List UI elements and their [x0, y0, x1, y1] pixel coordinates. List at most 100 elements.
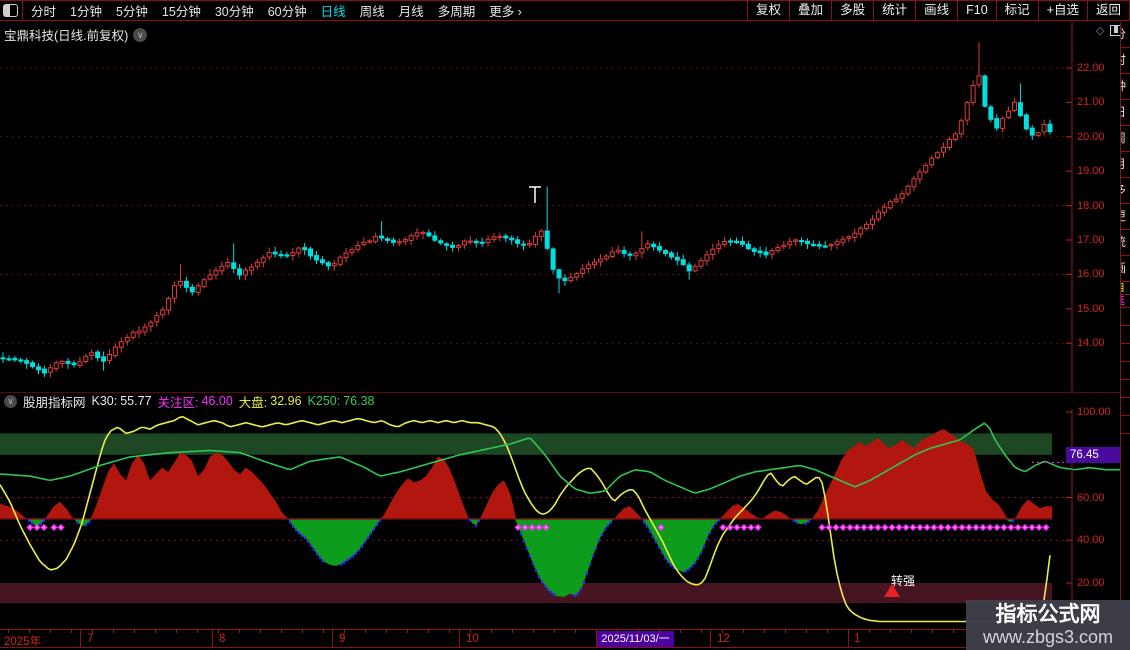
date-tick: [659, 630, 660, 633]
date-tick: [848, 630, 849, 633]
strip-number-button[interactable]: 1: [1121, 344, 1130, 362]
period-tab-60分钟[interactable]: 60分钟: [268, 1, 307, 20]
date-tick: [512, 630, 513, 633]
period-tab-周线[interactable]: 周线: [360, 1, 385, 20]
date-tick: [113, 630, 114, 633]
indicator-name[interactable]: 股朋指标网: [23, 392, 86, 411]
date-tick: [239, 630, 240, 633]
k30-value: 55.77: [120, 394, 152, 408]
toolbar-button-复权[interactable]: 复权: [747, 0, 789, 21]
date-tick: [554, 630, 555, 633]
period-tab-1分钟[interactable]: 1分钟: [70, 1, 102, 20]
collapse-indicator-icon[interactable]: ∨: [4, 394, 17, 408]
period-tab-日线[interactable]: 日线: [321, 1, 346, 20]
strip-button[interactable]: 周: [1121, 126, 1130, 152]
zone-value: 46.00: [201, 394, 233, 408]
toolbar-button-标记[interactable]: 标记: [995, 0, 1038, 21]
month-separator: [212, 630, 213, 648]
period-tab-15分钟[interactable]: 15分钟: [162, 1, 201, 20]
date-tick: [785, 630, 786, 633]
month-label-1: 1: [854, 633, 861, 645]
period-tab-30分钟[interactable]: 30分钟: [215, 1, 254, 20]
toolbar-button-返回[interactable]: 返回: [1086, 0, 1130, 21]
strip-number-button[interactable]: 1: [1121, 380, 1130, 398]
price-label-16.00: 16.00: [1077, 268, 1105, 281]
date-tick: [575, 630, 576, 633]
month-separator: [80, 630, 81, 648]
chevron-down-icon[interactable]: ∨: [133, 27, 148, 42]
date-tick: [617, 630, 618, 633]
date-tick: [302, 630, 303, 633]
month-separator: [332, 630, 333, 648]
date-tick: [8, 630, 9, 633]
watermark: 指标公式网 www.zbgs3.com: [966, 600, 1130, 650]
date-tick: [155, 630, 156, 633]
strip-button[interactable]: 画: [1121, 256, 1130, 282]
date-tick: [176, 630, 177, 633]
strip-number-button[interactable]: 1: [1121, 362, 1130, 380]
toolbar-button-统计[interactable]: 统计: [873, 0, 915, 21]
indicator-label-40.00: 40.00: [1077, 534, 1105, 547]
main-gridlines: [0, 67, 1069, 344]
strip-number-button[interactable]: 1: [1121, 308, 1130, 326]
strip-button[interactable]: 时: [1121, 48, 1130, 74]
date-tick: [701, 630, 702, 633]
stock-title: 宝鼎科技(日线.前复权): [4, 29, 129, 43]
date-tick: [596, 630, 597, 633]
price-label-19.00: 19.00: [1077, 165, 1105, 178]
strip-number-button[interactable]: 1: [1121, 416, 1130, 434]
period-tab-月线[interactable]: 月线: [399, 1, 424, 20]
toolbar-divider: [22, 0, 23, 21]
strip-button[interactable]: 更: [1121, 204, 1130, 230]
function-buttons: 复权 叠加 多股 统计 画线 F10 标记 +自选 返回: [747, 0, 1130, 21]
strip-button[interactable]: 统: [1121, 230, 1130, 256]
period-tab-5分钟[interactable]: 5分钟: [116, 1, 148, 20]
candlestick-layer: [0, 42, 1053, 378]
strip-button-accent2[interactable]: 选: [1121, 295, 1130, 308]
strip-button[interactable]: 月: [1121, 152, 1130, 178]
strip-number-button[interactable]: 1: [1121, 398, 1130, 416]
layout-panel-icon[interactable]: [3, 4, 18, 17]
toolbar-button-F10[interactable]: F10: [957, 0, 996, 21]
date-tick: [71, 630, 72, 633]
price-label-15.00: 15.00: [1077, 302, 1105, 315]
month-separator: [710, 630, 711, 648]
period-tab-分时[interactable]: 分时: [31, 1, 56, 20]
high-marker: [529, 186, 541, 203]
strip-button[interactable]: 多: [1121, 178, 1130, 204]
price-label-17.00: 17.00: [1077, 234, 1105, 246]
date-tick: [449, 630, 450, 633]
diamond-icon[interactable]: ◇: [1096, 24, 1104, 37]
indicator-label-20.00: 20.00: [1077, 577, 1105, 589]
date-tick: [890, 630, 891, 633]
period-toolbar: 分时 1分钟 5分钟 15分钟 30分钟 60分钟 日线 周线 月线 多周期 更多 › 复权 叠加 多股…: [0, 0, 1130, 21]
period-tab-多周期[interactable]: 多周期: [438, 1, 476, 20]
month-label-10: 10: [466, 633, 479, 645]
price-label-21.00: 21.00: [1077, 96, 1105, 109]
month-label-12: 12: [717, 633, 730, 645]
attention-diamonds: [26, 523, 1050, 532]
toolbar-button-多股[interactable]: 多股: [831, 0, 873, 21]
k250-value: 76.38: [343, 394, 375, 408]
strip-button[interactable]: 分: [1121, 22, 1130, 48]
strip-number-button[interactable]: 1: [1121, 326, 1130, 344]
toolbar-button-+自选[interactable]: +自选: [1037, 0, 1087, 21]
date-tick: [29, 630, 30, 633]
toolbar-button-画线[interactable]: 画线: [915, 0, 957, 21]
date-tick: [260, 630, 261, 633]
trading-app-window: 分时 1分钟 5分钟 15分钟 30分钟 60分钟 日线 周线 月线 多周期 更多 › 复权 叠加 多股…: [0, 0, 1130, 650]
date-tick: [743, 630, 744, 633]
toolbar-button-叠加[interactable]: 叠加: [789, 0, 831, 21]
year-label: 2025年: [4, 636, 42, 648]
month-label-7: 7: [87, 633, 94, 645]
date-tick: [407, 630, 408, 633]
strip-button[interactable]: 日: [1121, 100, 1130, 126]
strip-button[interactable]: 钟: [1121, 74, 1130, 100]
indicator-label-60.00: 60.00: [1077, 491, 1105, 504]
selected-date-badge: 2025/11/03/一: [597, 631, 674, 647]
strip-button-accent[interactable]: 自: [1121, 282, 1130, 295]
date-tick: [50, 630, 51, 633]
period-tab-更多 ›[interactable]: 更多 ›: [489, 1, 522, 20]
date-tick: [428, 630, 429, 633]
date-tick: [533, 630, 534, 633]
